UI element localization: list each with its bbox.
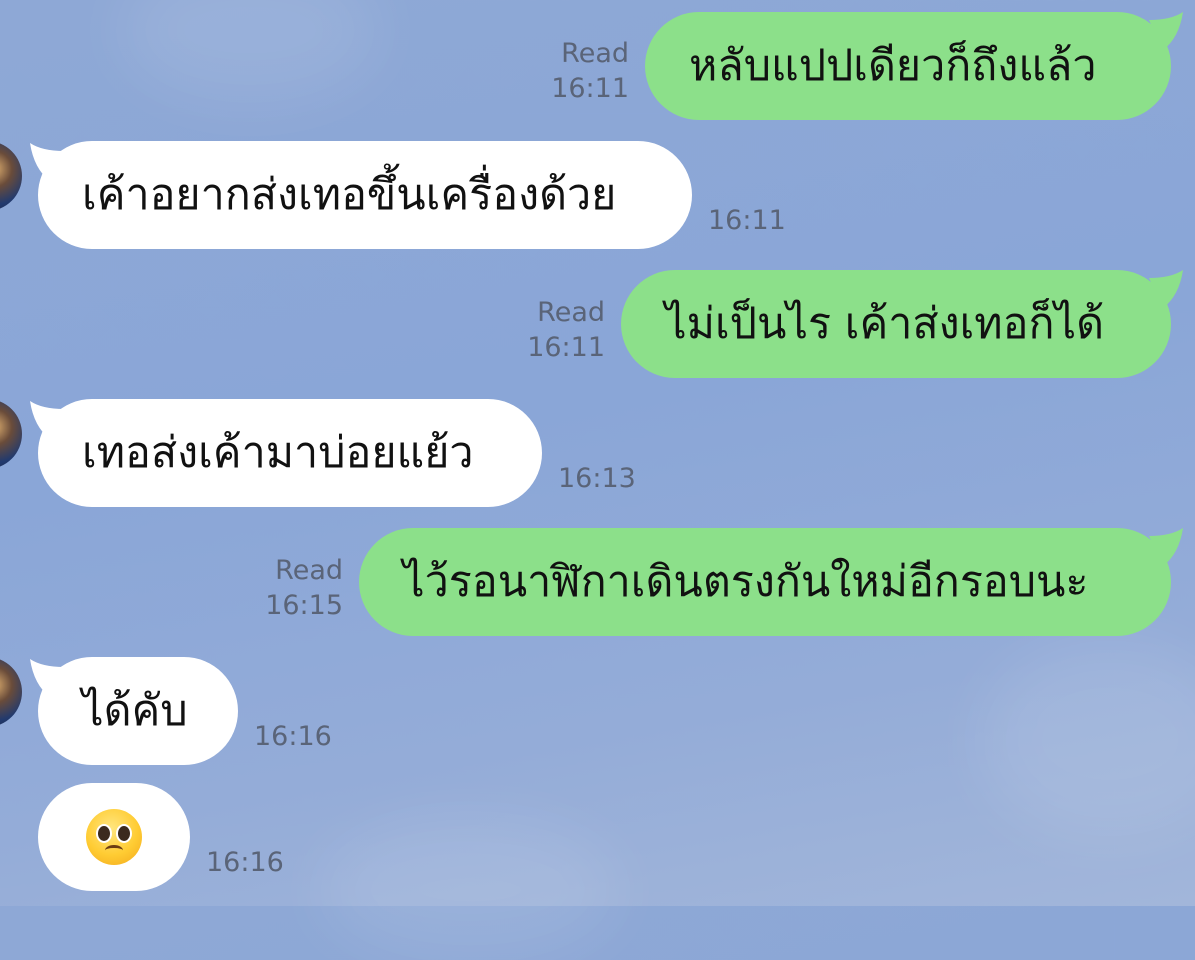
message-meta: Read 16:11	[551, 36, 629, 106]
message-time: 16:15	[265, 590, 343, 621]
message-bubble[interactable]	[38, 783, 190, 891]
message-text: ไม่เป็นไร เค้าส่งเทอก็ได้	[665, 298, 1105, 349]
avatar[interactable]	[0, 399, 22, 469]
message-text: เทอส่งเค้ามาบ่อยแย้ว	[82, 427, 474, 478]
message-text: ได้คับ	[82, 685, 188, 736]
background-cloud	[320, 820, 620, 960]
message-time: 16:16	[206, 847, 284, 878]
message-text: ไว้รอนาฬิกาเดินตรงกันใหม่อีกรอบนะ	[403, 556, 1089, 607]
emoji-eye-right	[116, 824, 132, 843]
read-receipt: Read	[275, 555, 343, 586]
message-text: เค้าอยากส่งเทอขึ้นเครื่องด้วย	[82, 169, 617, 220]
background-cloud	[120, 0, 380, 100]
avatar[interactable]	[0, 141, 22, 211]
message-bubble[interactable]: ไว้รอนาฬิกาเดินตรงกันใหม่อีกรอบนะ	[359, 528, 1171, 636]
message-text: หลับแปปเดียวก็ถึงแล้ว	[689, 40, 1097, 91]
background-cloud	[980, 640, 1195, 840]
message-meta: Read 16:11	[527, 295, 605, 365]
message-bubble[interactable]: ได้คับ	[38, 657, 238, 765]
bubble-tail	[1149, 528, 1183, 566]
message-meta: Read 16:15	[265, 553, 343, 623]
message-bubble[interactable]: เทอส่งเค้ามาบ่อยแย้ว	[38, 399, 542, 507]
message-time: 16:11	[527, 332, 605, 363]
message-time: 16:16	[254, 721, 332, 752]
message-time: 16:11	[708, 205, 786, 236]
bubble-tail	[1149, 12, 1183, 50]
avatar[interactable]	[0, 657, 22, 727]
read-receipt: Read	[561, 38, 629, 69]
emoji-mouth	[105, 845, 123, 856]
message-time: 16:13	[558, 463, 636, 494]
bubble-tail	[1149, 270, 1183, 308]
read-receipt: Read	[537, 297, 605, 328]
message-bubble[interactable]: หลับแปปเดียวก็ถึงแล้ว	[645, 12, 1171, 120]
pleading-face-emoji-icon	[86, 809, 142, 865]
emoji-eye-left	[96, 824, 112, 843]
message-time: 16:11	[551, 73, 629, 104]
message-bubble[interactable]: เค้าอยากส่งเทอขึ้นเครื่องด้วย	[38, 141, 692, 249]
message-bubble[interactable]: ไม่เป็นไร เค้าส่งเทอก็ได้	[621, 270, 1171, 378]
